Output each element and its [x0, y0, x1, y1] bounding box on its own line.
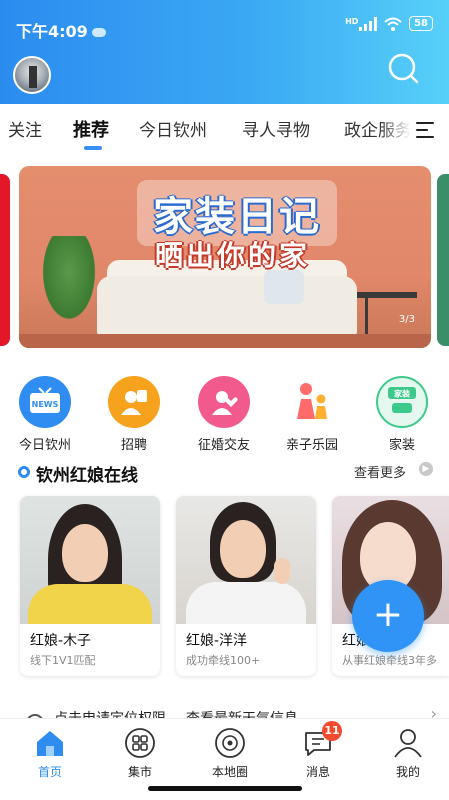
status-time: 下午4:09: [16, 18, 106, 42]
news-tv-icon: NEWS: [19, 376, 71, 428]
banner-home-decor[interactable]: 家装日记 晒出你的家 3/3: [19, 166, 431, 348]
app-header: 下午4:09 HD 58: [0, 0, 449, 104]
nav-market[interactable]: 集市: [110, 727, 170, 780]
next-banner-peek[interactable]: [437, 174, 449, 346]
nav-local-circle[interactable]: 本地圈: [200, 727, 260, 780]
nav-profile[interactable]: 我的: [378, 727, 438, 780]
active-tab-indicator: [84, 146, 102, 150]
banner-carousel: 家装日记 晒出你的家 3/3: [0, 152, 449, 368]
tab-menu-icon[interactable]: [416, 122, 434, 143]
recruit-icon: [108, 376, 160, 428]
quick-family[interactable]: 亲子乐园: [272, 376, 352, 453]
profile-icon: [392, 727, 424, 759]
pillow-image: [264, 270, 304, 304]
banner-subtitle: 晒出你的家: [155, 239, 311, 272]
section-title: 钦州红娘在线: [36, 466, 138, 486]
market-icon: [124, 727, 156, 759]
unread-badge: 11: [322, 721, 342, 741]
family-icon: [286, 376, 338, 428]
side-table-image: [357, 292, 417, 334]
publish-fab-button[interactable]: +: [352, 580, 424, 652]
quick-today-qinzhou[interactable]: NEWS 今日钦州: [5, 376, 85, 453]
quick-home-decor[interactable]: 家装 家装: [362, 376, 442, 453]
home-decor-icon: 家装: [376, 376, 428, 428]
matchmaker-photo: [20, 496, 160, 624]
quick-recruit[interactable]: 招聘: [94, 376, 174, 453]
matchmaker-card[interactable]: 红娘-木子 线下1V1匹配: [20, 496, 160, 676]
message-icon: 11: [302, 721, 342, 759]
matchmaker-card[interactable]: 红娘-洋洋 成功牵线100+: [176, 496, 316, 676]
svg-text:家装: 家装: [394, 389, 410, 399]
view-more-link[interactable]: 查看更多: [354, 462, 406, 481]
search-icon[interactable]: [387, 52, 419, 84]
home-indicator: [148, 786, 302, 791]
tab-follow[interactable]: 关注: [8, 116, 42, 141]
user-avatar[interactable]: [13, 56, 51, 94]
tabs-fade: [380, 104, 449, 152]
tab-recommend[interactable]: 推荐: [73, 116, 109, 142]
weather-cloud-icon: [91, 28, 106, 37]
tab-lost-found[interactable]: 寻人寻物: [242, 116, 310, 141]
local-circle-icon: [214, 727, 246, 759]
home-icon: [34, 727, 66, 759]
svg-text:NEWS: NEWS: [32, 400, 59, 409]
category-tabs: 关注 推荐 今日钦州 寻人寻物 政企服务: [0, 104, 449, 152]
dating-icon: [198, 376, 250, 428]
quick-dating[interactable]: 征婚交友: [184, 376, 264, 453]
tab-today-qinzhou[interactable]: 今日钦州: [139, 116, 207, 141]
matchmaker-photo: [176, 496, 316, 624]
quick-entry-grid: NEWS 今日钦州 招聘 征婚交友 亲子乐园 家装 家装: [0, 368, 449, 458]
signal-icon: HD: [345, 16, 378, 31]
banner-page-indicator: 3/3: [398, 314, 415, 325]
plant-image: [39, 236, 99, 326]
prev-banner-peek[interactable]: [0, 174, 10, 346]
chevron-right-icon[interactable]: ▶: [419, 462, 433, 476]
nav-home[interactable]: 首页: [20, 727, 80, 780]
system-icons: HD 58: [345, 16, 433, 31]
wifi-icon: [384, 17, 402, 31]
section-dot-icon: [18, 466, 30, 478]
battery-icon: 58: [409, 16, 433, 31]
nav-messages[interactable]: 11 消息: [288, 721, 348, 780]
